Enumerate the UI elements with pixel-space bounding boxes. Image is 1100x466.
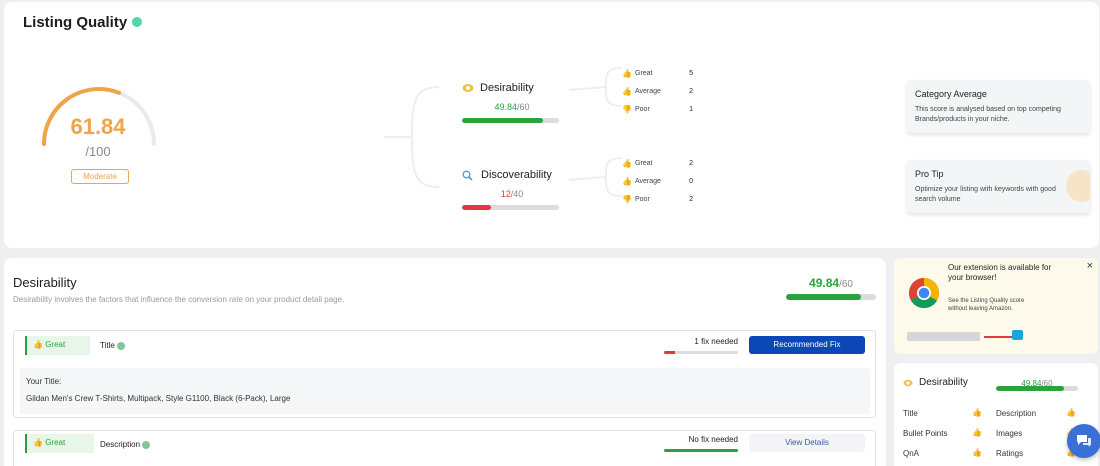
metric-max: /40: [510, 189, 524, 199]
pro-tip-box: Pro Tip Optimize your listing with keywo…: [907, 160, 1090, 213]
summary-progress-bar: [996, 386, 1078, 391]
metric-score: 12: [500, 189, 511, 199]
browser-bar-illustration: [907, 332, 980, 341]
section-progress-bar: [786, 294, 876, 300]
summary-item-images: Images: [996, 429, 1023, 438]
thumbs-up-icon: 👍: [972, 408, 982, 417]
title-detail-value: Gildan Men's Crew T-Shirts, Multipack, S…: [26, 394, 291, 403]
thumbs-up-icon: 👍: [33, 340, 43, 349]
discoverability-connector: [568, 157, 623, 197]
metric-name: Discoverability: [481, 169, 552, 181]
chat-icon: [1077, 435, 1091, 447]
fix-progress-bar: [664, 351, 738, 354]
thumbs-up-icon: 👍: [33, 438, 43, 447]
thumbs-up-icon: 👍: [972, 428, 982, 437]
count-row-poor: 👎 Poor 2: [622, 194, 693, 204]
eye-icon: [462, 84, 474, 92]
metric-progress-fill: [462, 205, 492, 210]
search-icon: [462, 170, 473, 181]
recommended-fix-button[interactable]: Recommended Fix: [749, 336, 865, 354]
metric-discoverability[interactable]: Discoverability 12/40: [462, 169, 562, 210]
page-title: Listing Quality: [23, 14, 128, 31]
section-progress-fill: [786, 294, 861, 300]
view-details-button[interactable]: View Details: [749, 434, 865, 452]
count-row-poor: 👎 Poor 1: [622, 104, 693, 114]
summary-item-ratings: Ratings: [996, 449, 1024, 458]
thumbs-up-icon: 👍: [622, 158, 632, 168]
thumbs-up-icon: 👍: [622, 86, 632, 96]
overall-score-value: 61.84: [70, 114, 126, 139]
row-label: Description: [100, 440, 151, 449]
tree-connector: [384, 86, 440, 188]
listing-quality-heading: Listing Quality: [23, 14, 142, 32]
summary-item-description: Description: [996, 409, 1037, 418]
thumbs-down-icon: 👎: [622, 194, 632, 204]
section-subtitle: Desirability involves the factors that i…: [13, 295, 345, 304]
rating-badge: Moderate: [71, 169, 129, 184]
title-detail-label: Your Title:: [26, 377, 62, 386]
section-score: 49.84/60: [809, 276, 853, 290]
fix-status: No fix needed: [688, 435, 738, 444]
metric-max: /60: [517, 102, 530, 112]
summary-progress-fill: [996, 386, 1065, 391]
summary-title: Desirability: [919, 377, 968, 388]
count-row-average: 👍 Average 0: [622, 176, 693, 186]
chrome-logo: [908, 278, 940, 309]
count-row-average: 👍 Average 2: [622, 86, 693, 96]
category-average-text: This score is analysed based on top comp…: [915, 106, 1061, 123]
category-average-box: Category Average This score is analysed …: [907, 80, 1090, 133]
status-dot-icon: [131, 17, 142, 27]
desirability-connector: [568, 67, 623, 107]
metric-desirability[interactable]: Desirability 49.84/60: [462, 82, 562, 123]
metric-name: Desirability: [480, 82, 534, 94]
promo-text: See the Listing Quality score without le…: [948, 298, 1025, 312]
close-icon[interactable]: ×: [1087, 260, 1093, 272]
title-detail: Your Title: Gildan Men's Crew T-Shirts, …: [20, 368, 870, 414]
summary-item-qna: QnA: [903, 449, 920, 458]
metric-progress-bar: [462, 118, 559, 123]
fix-progress-bar: [664, 449, 738, 452]
eye-icon: [903, 379, 913, 386]
summary-item-title: Title: [903, 409, 918, 418]
chat-button[interactable]: [1067, 424, 1100, 458]
summary-item-bullet-points: Bullet Points: [903, 429, 948, 438]
description-row: 👍 Great Description No fix needed View D…: [13, 430, 876, 466]
overall-score-max: /100: [85, 144, 111, 159]
category-average-title: Category Average: [915, 89, 987, 99]
desirability-summary-card: Desirability 49.84/60 Title 👍 Descriptio…: [894, 363, 1098, 466]
metric-score: 49.84: [494, 102, 517, 112]
extension-promo-card: Our extension is available for your brow…: [894, 258, 1098, 354]
extension-icon: [1012, 330, 1023, 340]
pro-tip-text: Optimize your listing with keywords with…: [915, 186, 1056, 203]
row-label: Title: [100, 341, 126, 350]
arrow-illustration: [984, 336, 1012, 338]
summary-header: Desirability: [903, 377, 968, 388]
count-row-great: 👍 Great 2: [622, 158, 693, 168]
status-chip: 👍 Great: [25, 434, 94, 453]
listing-quality-card: Listing Quality 61.84 /100 Moderate Desi…: [4, 2, 1099, 248]
thumbs-down-icon: 👎: [622, 104, 632, 114]
section-title: Desirability: [13, 275, 77, 290]
pro-tip-title: Pro Tip: [915, 169, 944, 179]
desirability-section: Desirability Desirability involves the f…: [4, 258, 886, 466]
info-icon[interactable]: [142, 440, 151, 449]
thumbs-up-icon: 👍: [622, 176, 632, 186]
count-row-great: 👍 Great 5: [622, 68, 693, 78]
title-row: 👍 Great Title 1 fix needed Recommended F…: [13, 330, 876, 418]
info-icon[interactable]: [117, 341, 126, 350]
discoverability-counts: 👍 Great 2 👍 Average 0 👎 Poor 2: [622, 154, 693, 208]
fix-status: 1 fix needed: [694, 337, 738, 346]
status-chip: 👍 Great: [25, 336, 90, 355]
desirability-counts: 👍 Great 5 👍 Average 2 👎 Poor 1: [622, 64, 693, 118]
thumbs-up-icon: 👍: [972, 448, 982, 457]
metric-progress-bar: [462, 205, 559, 210]
promo-title: Our extension is available for your brow…: [948, 263, 1052, 282]
metric-progress-fill: [462, 118, 543, 123]
thumbs-up-icon: 👍: [622, 68, 632, 78]
thumbs-up-icon: 👍: [1066, 408, 1076, 417]
